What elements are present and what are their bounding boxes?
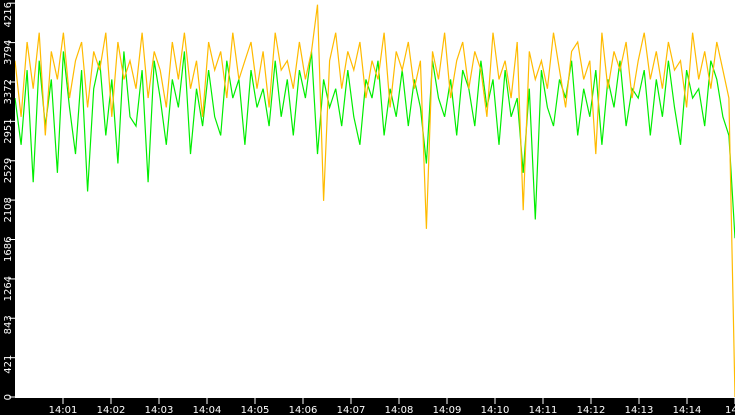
y-tick-label: 421 [3,355,14,374]
x-tick-label: 14:14 [673,405,702,415]
x-tick-label: 14:09 [433,405,462,415]
y-tick-label: 0 [3,394,14,400]
y-tick-label: 2529 [3,158,14,183]
y-tick-label: 843 [3,315,14,334]
x-tick-label: 14:01 [49,405,78,415]
line-chart: 042184312641686210825292951337237944216 … [0,0,735,416]
x-tick-label: 14:12 [577,405,606,415]
y-tick-label: 1686 [3,237,14,262]
x-tick-label: 14:02 [97,405,126,415]
x-tick-label: 14:03 [145,405,174,415]
x-tick-label: 14:08 [385,405,414,415]
y-tick-label: 3372 [3,79,14,104]
x-tick-label: 14:04 [193,405,222,415]
x-tick-label: 14 [725,405,735,415]
x-tick-label: 14:05 [241,405,270,415]
x-tick-label: 14:06 [289,405,318,415]
y-tick-label: 2951 [3,118,14,143]
x-tick-label: 14:10 [481,405,510,415]
x-tick-label: 14:13 [625,405,654,415]
y-tick-label: 4216 [3,2,14,27]
y-tick-label: 2108 [3,197,14,222]
x-tick-label: 14:07 [337,405,366,415]
y-tick-label: 3794 [3,40,14,65]
x-tick-label: 14:11 [529,405,558,415]
y-tick-label: 1264 [3,276,14,301]
